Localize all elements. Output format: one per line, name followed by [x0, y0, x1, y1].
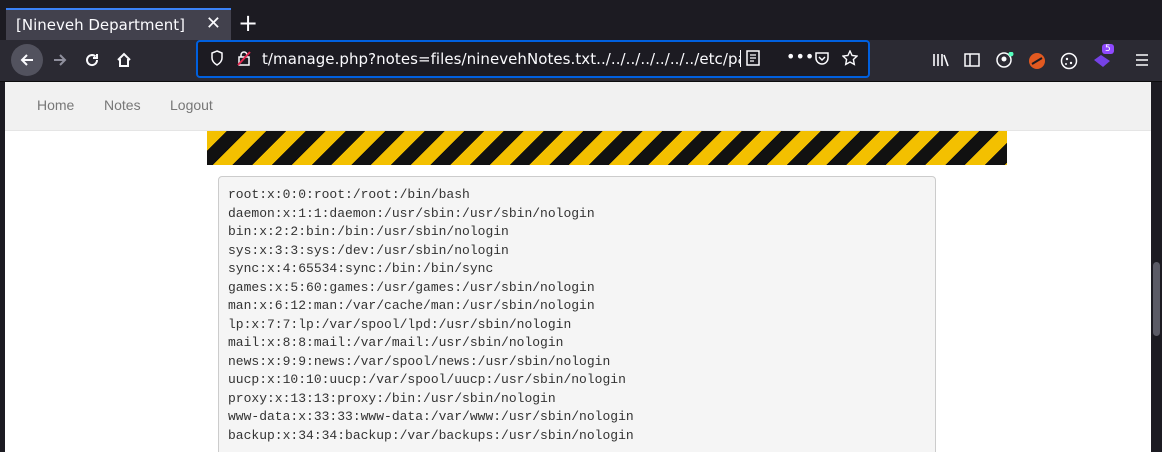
file-line: games:x:5:60:games:/usr/games:/usr/sbin/…: [228, 279, 595, 295]
account-icon[interactable]: [996, 51, 1014, 72]
url-bar[interactable]: t/manage.php?notes=files/ninevehNotes.tx…: [196, 40, 870, 78]
forward-button[interactable]: [44, 44, 76, 76]
navigation-bar: t/manage.php?notes=files/ninevehNotes.tx…: [0, 40, 1162, 82]
site-navbar: Home Notes Logout: [5, 82, 1151, 131]
new-tab-button[interactable]: +: [238, 10, 258, 36]
file-line: sys:x:3:3:sys:/dev:/usr/sbin/nologin: [228, 242, 509, 258]
file-line: www-data:x:33:33:www-data:/var/www:/usr/…: [228, 409, 634, 424]
pocket-icon[interactable]: [814, 50, 830, 70]
extension-count-badge: 5: [1102, 44, 1114, 54]
nav-link-notes[interactable]: Notes: [104, 97, 141, 113]
shield-icon[interactable]: [210, 50, 224, 70]
file-line: root:x:0:0:root:/root:/bin/bash: [228, 187, 470, 202]
library-icon[interactable]: [932, 52, 950, 72]
reload-icon: [86, 54, 99, 67]
page-actions-icon[interactable]: •••: [786, 47, 814, 66]
forward-arrow-icon: [54, 54, 67, 66]
extension-puzzle-icon[interactable]: [1092, 52, 1112, 74]
nav-link-logout[interactable]: Logout: [170, 97, 213, 113]
tab-title: [Nineveh Department]: [16, 16, 185, 34]
reader-view-icon[interactable]: [746, 50, 760, 70]
reload-button[interactable]: [76, 44, 108, 76]
file-line: backup:x:34:34:backup:/var/backups:/usr/…: [228, 427, 634, 443]
hazard-stripe-banner: [207, 131, 1007, 165]
page-content: Home Notes Logout root:x:0:0:root:/root:…: [5, 82, 1151, 452]
file-line: sync:x:4:65534:sync:/bin:/bin/sync: [228, 261, 494, 276]
file-line: bin:x:2:2:bin:/bin:/usr/sbin/nologin: [228, 224, 509, 239]
file-contents-box: root:x:0:0:root:/root:/bin/bash daemon:x:…: [218, 176, 936, 452]
nav-link-home[interactable]: Home: [37, 97, 74, 113]
scrollbar[interactable]: [1151, 82, 1162, 452]
file-line: proxy:x:13:13:proxy:/bin:/usr/sbin/nolog…: [228, 390, 556, 406]
file-line: uucp:x:10:10:uucp:/var/spool/uucp:/usr/s…: [228, 372, 626, 387]
cookie-icon[interactable]: [1060, 52, 1078, 74]
file-line: news:x:9:9:news:/var/spool/news:/usr/sbi…: [228, 353, 611, 369]
browser-tab[interactable]: [Nineveh Department] ✕: [6, 8, 231, 40]
extension-fox-icon[interactable]: [1028, 52, 1046, 74]
close-tab-icon[interactable]: ✕: [206, 13, 221, 34]
file-line: lp:x:7:7:lp:/var/spool/lpd:/usr/sbin/nol…: [228, 316, 572, 332]
file-line: daemon:x:1:1:daemon:/usr/sbin:/usr/sbin/…: [228, 205, 595, 221]
home-button[interactable]: [108, 44, 140, 76]
back-arrow-icon: [20, 54, 33, 66]
tab-strip: [Nineveh Department] ✕ +: [0, 0, 1162, 40]
url-text[interactable]: t/manage.php?notes=files/ninevehNotes.tx…: [262, 50, 741, 68]
sidebar-icon[interactable]: [964, 52, 980, 72]
insecure-lock-icon[interactable]: [236, 50, 252, 70]
file-line: man:x:6:12:man:/var/cache/man:/usr/sbin/…: [228, 298, 595, 313]
home-icon: [117, 52, 131, 67]
file-line: mail:x:8:8:mail:/var/mail:/usr/sbin/nolo…: [228, 335, 564, 350]
bookmark-star-icon[interactable]: [841, 49, 859, 70]
back-button[interactable]: [11, 44, 43, 76]
scrollbar-thumb[interactable]: [1153, 262, 1160, 336]
menu-icon[interactable]: [1134, 52, 1150, 72]
